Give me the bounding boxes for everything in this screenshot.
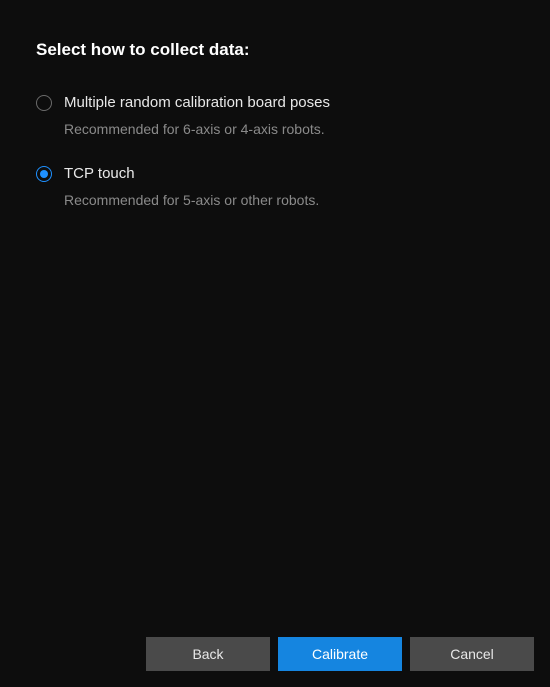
footer-buttons: Back Calibrate Cancel	[146, 637, 534, 671]
option-label: TCP touch	[64, 165, 135, 182]
option-row[interactable]: Multiple random calibration board poses	[36, 94, 514, 111]
cancel-button[interactable]: Cancel	[410, 637, 534, 671]
radio-icon[interactable]	[36, 95, 52, 111]
option-tcp-touch[interactable]: TCP touch Recommended for 5-axis or othe…	[36, 165, 514, 208]
radio-icon[interactable]	[36, 166, 52, 182]
option-label: Multiple random calibration board poses	[64, 94, 330, 111]
option-description: Recommended for 6-axis or 4-axis robots.	[64, 121, 514, 137]
back-button[interactable]: Back	[146, 637, 270, 671]
option-multiple-poses[interactable]: Multiple random calibration board poses …	[36, 94, 514, 137]
page-title: Select how to collect data:	[36, 40, 514, 60]
option-description: Recommended for 5-axis or other robots.	[64, 192, 514, 208]
calibrate-button[interactable]: Calibrate	[278, 637, 402, 671]
option-row[interactable]: TCP touch	[36, 165, 514, 182]
